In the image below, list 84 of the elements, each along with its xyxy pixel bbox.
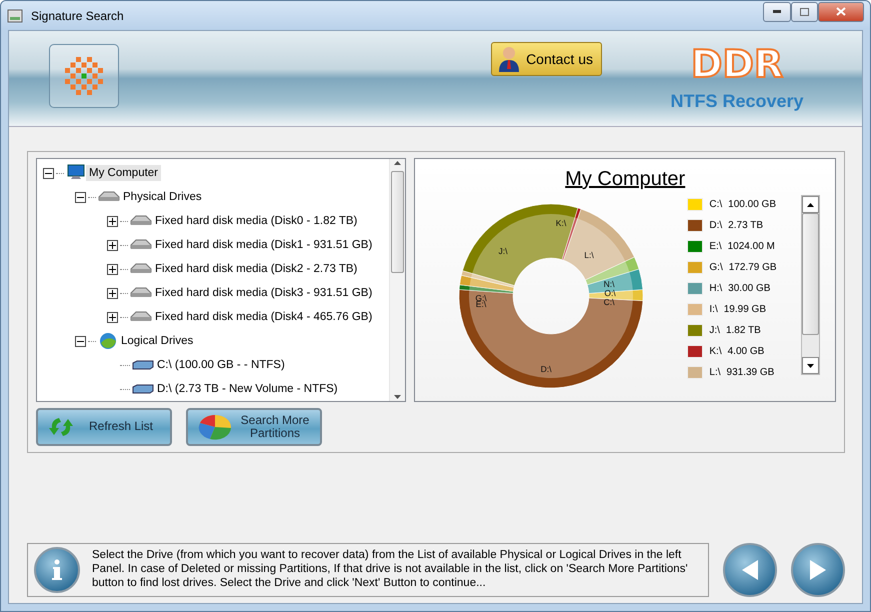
legend-label: G:\ [709, 262, 723, 272]
collapse-icon[interactable] [75, 192, 86, 202]
slice-label: C:\ [604, 297, 615, 307]
chart-title: My Computer [565, 168, 686, 191]
legend-value: 2.73 TB [728, 220, 764, 230]
globe-icon [98, 332, 118, 350]
hard-drive-icon [130, 239, 152, 251]
hard-drive-icon [130, 215, 152, 227]
tree-item[interactable]: Fixed hard disk media (Disk0 - 1.82 TB) [152, 213, 360, 229]
expand-icon[interactable] [107, 312, 118, 322]
legend-label: J:\ [709, 324, 720, 336]
legend-value: 931.39 GB [726, 366, 774, 378]
pattern-logo-icon [64, 56, 104, 96]
slice-label: D:\ [540, 364, 552, 374]
scroll-thumb[interactable] [802, 213, 820, 335]
slice-label: O:\ [604, 288, 616, 298]
tree-item[interactable]: Fixed hard disk media (Disk4 - 465.76 GB) [152, 309, 376, 325]
scroll-thumb[interactable] [391, 171, 404, 273]
brand-logo: DDR [690, 45, 784, 83]
legend-label: C:\ [709, 198, 722, 210]
scroll-up-icon[interactable] [394, 161, 402, 165]
legend-value: 1024.00 M [728, 240, 775, 252]
tree-item[interactable]: My Computer [86, 165, 162, 181]
refresh-button[interactable]: Refresh List [36, 408, 172, 446]
expand-icon[interactable] [107, 288, 118, 298]
window-title: Signature Search [31, 8, 125, 22]
legend-value: 30.00 GB [728, 282, 770, 294]
legend-label: E:\ [709, 240, 722, 252]
legend-value: 19.99 GB [724, 304, 766, 314]
slice-label: J:\ [498, 246, 508, 256]
legend-value: 1.82 TB [726, 324, 761, 336]
next-button[interactable] [791, 543, 845, 597]
contact-button[interactable]: Contact us [491, 42, 602, 76]
maximize-button[interactable] [791, 2, 818, 22]
legend-label: I:\ [709, 304, 718, 314]
drive-icon [132, 384, 154, 394]
search-partitions-button[interactable]: Search More Partitions [186, 408, 322, 446]
product-name: NTFS Recovery [670, 91, 804, 112]
expand-icon[interactable] [107, 216, 118, 226]
tree-item[interactable]: Physical Drives [120, 189, 205, 205]
legend-label: D:\ [709, 220, 722, 230]
scroll-down-icon[interactable] [807, 364, 814, 368]
tree-item[interactable]: C:\ (100.00 GB - - NTFS) [154, 357, 288, 373]
minimize-button[interactable] [763, 2, 791, 22]
logo-button[interactable] [49, 44, 119, 108]
tree-item[interactable]: Fixed hard disk media (Disk2 - 2.73 TB) [152, 261, 360, 277]
pie-icon [198, 414, 232, 440]
legend-label: K:\ [709, 346, 722, 356]
slice-label: K:\ [556, 218, 567, 228]
refresh-icon [48, 416, 74, 438]
close-icon [836, 7, 846, 16]
hard-drive-icon [98, 191, 120, 203]
legend-value: 100.00 GB [728, 198, 776, 210]
legend-label: L:\ [709, 366, 721, 378]
back-button[interactable] [723, 543, 777, 597]
person-icon [498, 46, 520, 72]
slice-label: L:\ [584, 250, 594, 260]
hard-drive-icon [130, 263, 152, 275]
slice-label: N:\ [604, 279, 615, 289]
next-arrow-icon [808, 559, 828, 581]
app-icon [7, 8, 23, 22]
drive-icon [132, 360, 154, 370]
computer-icon [66, 164, 86, 182]
hard-drive-icon [130, 311, 152, 323]
back-arrow-icon [740, 559, 760, 581]
collapse-icon[interactable] [75, 336, 86, 346]
instructions-text: Select the Drive (from which you want to recover data) from the List of available Physical or Logical Drives in the left Panel. In case of Deleted or missing Partitions, If that drive is not available in the list, click on 'Search More Partitions' button to find lost drives. Select the Drive and click 'Next' Button to continue... [92, 549, 689, 591]
tree-item[interactable]: Fixed hard disk media (Disk3 - 931.51 GB) [152, 285, 376, 301]
legend-label: H:\ [709, 282, 722, 294]
info-icon [34, 547, 80, 593]
scroll-up-icon[interactable] [807, 202, 814, 206]
collapse-icon[interactable] [43, 168, 54, 178]
expand-icon[interactable] [107, 264, 118, 274]
legend-value: 172.79 GB [728, 262, 777, 272]
expand-icon[interactable] [107, 240, 118, 250]
close-button[interactable] [818, 2, 864, 22]
scroll-down-icon[interactable] [394, 395, 402, 399]
maximize-icon [800, 8, 809, 16]
legend-value: 4.00 GB [728, 346, 764, 356]
tree-item[interactable]: D:\ (2.73 TB - New Volume - NTFS) [154, 381, 341, 397]
minimize-icon [773, 10, 781, 13]
tree-item[interactable]: Logical Drives [118, 333, 196, 349]
hard-drive-icon [130, 287, 152, 299]
tree-item[interactable]: Fixed hard disk media (Disk1 - 931.51 GB) [152, 237, 376, 253]
